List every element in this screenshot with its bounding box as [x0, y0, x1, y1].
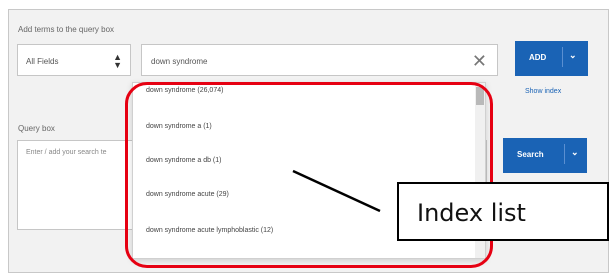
query-box-label: Query box	[18, 124, 55, 133]
up-down-arrows-icon: ▲ ▼	[113, 52, 122, 70]
button-divider	[562, 47, 563, 67]
field-select[interactable]: All Fields ▲ ▼	[17, 44, 131, 76]
field-select-value: All Fields	[26, 57, 59, 66]
add-button-label: ADD	[529, 53, 547, 62]
add-terms-label: Add terms to the query box	[18, 25, 115, 34]
callout-box: Index list	[397, 182, 609, 241]
callout-label: Index list	[417, 199, 526, 227]
button-divider	[564, 144, 565, 164]
term-input[interactable]: down syndrome ✕	[141, 44, 498, 76]
add-button[interactable]: ADD ⌄	[515, 41, 588, 76]
chevron-down-icon[interactable]: ⌄	[571, 147, 579, 158]
term-input-value: down syndrome	[151, 57, 208, 66]
close-icon[interactable]: ✕	[472, 51, 487, 72]
search-button[interactable]: Search ⌄	[503, 138, 587, 173]
show-index-link[interactable]: Show index	[525, 88, 561, 95]
query-box-placeholder: Enter / add your search te	[26, 149, 107, 156]
chevron-down-icon[interactable]: ⌄	[569, 50, 577, 61]
search-button-label: Search	[517, 150, 544, 159]
